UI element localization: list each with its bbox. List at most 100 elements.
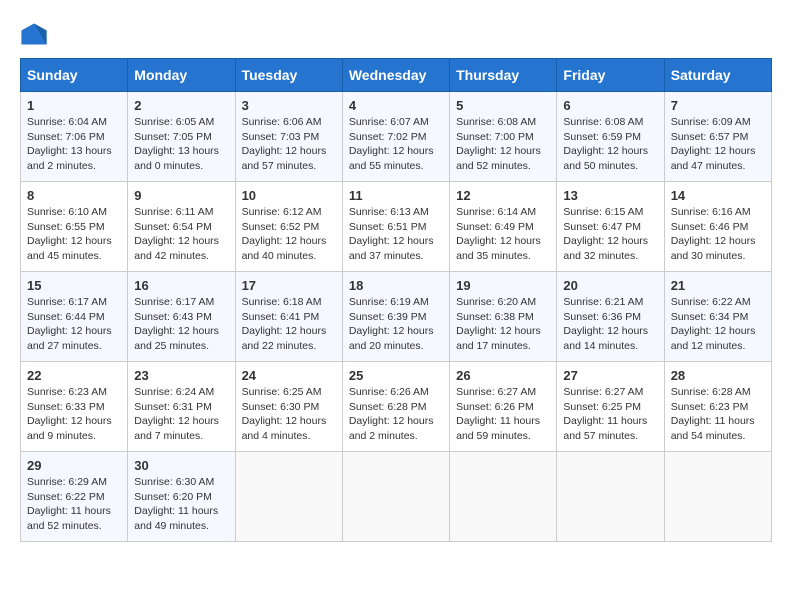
day-number: 4	[349, 98, 443, 113]
day-info: Sunrise: 6:13 AM Sunset: 6:51 PM Dayligh…	[349, 205, 443, 264]
calendar-cell: 11 Sunrise: 6:13 AM Sunset: 6:51 PM Dayl…	[342, 182, 449, 272]
day-info: Sunrise: 6:06 AM Sunset: 7:03 PM Dayligh…	[242, 115, 336, 174]
day-info: Sunrise: 6:27 AM Sunset: 6:26 PM Dayligh…	[456, 385, 550, 444]
day-header-wednesday: Wednesday	[342, 59, 449, 92]
day-info: Sunrise: 6:10 AM Sunset: 6:55 PM Dayligh…	[27, 205, 121, 264]
day-number: 22	[27, 368, 121, 383]
logo-icon	[20, 20, 48, 48]
calendar-week-1: 1 Sunrise: 6:04 AM Sunset: 7:06 PM Dayli…	[21, 92, 772, 182]
calendar-week-2: 8 Sunrise: 6:10 AM Sunset: 6:55 PM Dayli…	[21, 182, 772, 272]
day-number: 6	[563, 98, 657, 113]
calendar-cell: 10 Sunrise: 6:12 AM Sunset: 6:52 PM Dayl…	[235, 182, 342, 272]
day-number: 1	[27, 98, 121, 113]
day-number: 23	[134, 368, 228, 383]
calendar-table: SundayMondayTuesdayWednesdayThursdayFrid…	[20, 58, 772, 542]
calendar-cell: 17 Sunrise: 6:18 AM Sunset: 6:41 PM Dayl…	[235, 272, 342, 362]
day-info: Sunrise: 6:19 AM Sunset: 6:39 PM Dayligh…	[349, 295, 443, 354]
day-number: 28	[671, 368, 765, 383]
calendar-week-4: 22 Sunrise: 6:23 AM Sunset: 6:33 PM Dayl…	[21, 362, 772, 452]
calendar-cell: 21 Sunrise: 6:22 AM Sunset: 6:34 PM Dayl…	[664, 272, 771, 362]
day-number: 13	[563, 188, 657, 203]
calendar-cell: 18 Sunrise: 6:19 AM Sunset: 6:39 PM Dayl…	[342, 272, 449, 362]
day-info: Sunrise: 6:04 AM Sunset: 7:06 PM Dayligh…	[27, 115, 121, 174]
day-info: Sunrise: 6:11 AM Sunset: 6:54 PM Dayligh…	[134, 205, 228, 264]
calendar-cell: 22 Sunrise: 6:23 AM Sunset: 6:33 PM Dayl…	[21, 362, 128, 452]
day-number: 27	[563, 368, 657, 383]
calendar-cell: 14 Sunrise: 6:16 AM Sunset: 6:46 PM Dayl…	[664, 182, 771, 272]
day-info: Sunrise: 6:09 AM Sunset: 6:57 PM Dayligh…	[671, 115, 765, 174]
calendar-week-3: 15 Sunrise: 6:17 AM Sunset: 6:44 PM Dayl…	[21, 272, 772, 362]
calendar-header-row: SundayMondayTuesdayWednesdayThursdayFrid…	[21, 59, 772, 92]
calendar-cell: 16 Sunrise: 6:17 AM Sunset: 6:43 PM Dayl…	[128, 272, 235, 362]
day-number: 24	[242, 368, 336, 383]
calendar-cell: 2 Sunrise: 6:05 AM Sunset: 7:05 PM Dayli…	[128, 92, 235, 182]
day-info: Sunrise: 6:30 AM Sunset: 6:20 PM Dayligh…	[134, 475, 228, 534]
day-info: Sunrise: 6:18 AM Sunset: 6:41 PM Dayligh…	[242, 295, 336, 354]
calendar-cell	[235, 452, 342, 542]
day-number: 15	[27, 278, 121, 293]
calendar-cell: 25 Sunrise: 6:26 AM Sunset: 6:28 PM Dayl…	[342, 362, 449, 452]
day-number: 2	[134, 98, 228, 113]
day-info: Sunrise: 6:17 AM Sunset: 6:43 PM Dayligh…	[134, 295, 228, 354]
day-info: Sunrise: 6:20 AM Sunset: 6:38 PM Dayligh…	[456, 295, 550, 354]
calendar-cell: 29 Sunrise: 6:29 AM Sunset: 6:22 PM Dayl…	[21, 452, 128, 542]
calendar-cell	[557, 452, 664, 542]
logo	[20, 20, 52, 48]
day-number: 5	[456, 98, 550, 113]
calendar-cell: 20 Sunrise: 6:21 AM Sunset: 6:36 PM Dayl…	[557, 272, 664, 362]
day-info: Sunrise: 6:23 AM Sunset: 6:33 PM Dayligh…	[27, 385, 121, 444]
day-number: 25	[349, 368, 443, 383]
day-number: 3	[242, 98, 336, 113]
day-info: Sunrise: 6:17 AM Sunset: 6:44 PM Dayligh…	[27, 295, 121, 354]
day-info: Sunrise: 6:26 AM Sunset: 6:28 PM Dayligh…	[349, 385, 443, 444]
day-number: 10	[242, 188, 336, 203]
day-number: 11	[349, 188, 443, 203]
day-number: 8	[27, 188, 121, 203]
calendar-cell: 1 Sunrise: 6:04 AM Sunset: 7:06 PM Dayli…	[21, 92, 128, 182]
day-info: Sunrise: 6:24 AM Sunset: 6:31 PM Dayligh…	[134, 385, 228, 444]
day-number: 21	[671, 278, 765, 293]
day-header-friday: Friday	[557, 59, 664, 92]
calendar-cell: 3 Sunrise: 6:06 AM Sunset: 7:03 PM Dayli…	[235, 92, 342, 182]
page-header	[20, 20, 772, 48]
day-info: Sunrise: 6:05 AM Sunset: 7:05 PM Dayligh…	[134, 115, 228, 174]
day-number: 7	[671, 98, 765, 113]
day-info: Sunrise: 6:07 AM Sunset: 7:02 PM Dayligh…	[349, 115, 443, 174]
day-info: Sunrise: 6:14 AM Sunset: 6:49 PM Dayligh…	[456, 205, 550, 264]
calendar-cell: 26 Sunrise: 6:27 AM Sunset: 6:26 PM Dayl…	[450, 362, 557, 452]
day-header-saturday: Saturday	[664, 59, 771, 92]
day-number: 9	[134, 188, 228, 203]
calendar-cell: 9 Sunrise: 6:11 AM Sunset: 6:54 PM Dayli…	[128, 182, 235, 272]
day-number: 26	[456, 368, 550, 383]
day-number: 30	[134, 458, 228, 473]
calendar-cell: 12 Sunrise: 6:14 AM Sunset: 6:49 PM Dayl…	[450, 182, 557, 272]
day-info: Sunrise: 6:22 AM Sunset: 6:34 PM Dayligh…	[671, 295, 765, 354]
day-info: Sunrise: 6:25 AM Sunset: 6:30 PM Dayligh…	[242, 385, 336, 444]
day-info: Sunrise: 6:21 AM Sunset: 6:36 PM Dayligh…	[563, 295, 657, 354]
day-header-tuesday: Tuesday	[235, 59, 342, 92]
calendar-cell: 8 Sunrise: 6:10 AM Sunset: 6:55 PM Dayli…	[21, 182, 128, 272]
day-info: Sunrise: 6:12 AM Sunset: 6:52 PM Dayligh…	[242, 205, 336, 264]
calendar-cell	[450, 452, 557, 542]
day-info: Sunrise: 6:16 AM Sunset: 6:46 PM Dayligh…	[671, 205, 765, 264]
day-info: Sunrise: 6:27 AM Sunset: 6:25 PM Dayligh…	[563, 385, 657, 444]
calendar-cell: 7 Sunrise: 6:09 AM Sunset: 6:57 PM Dayli…	[664, 92, 771, 182]
calendar-cell: 15 Sunrise: 6:17 AM Sunset: 6:44 PM Dayl…	[21, 272, 128, 362]
calendar-cell: 5 Sunrise: 6:08 AM Sunset: 7:00 PM Dayli…	[450, 92, 557, 182]
day-info: Sunrise: 6:08 AM Sunset: 7:00 PM Dayligh…	[456, 115, 550, 174]
day-info: Sunrise: 6:15 AM Sunset: 6:47 PM Dayligh…	[563, 205, 657, 264]
calendar-cell: 13 Sunrise: 6:15 AM Sunset: 6:47 PM Dayl…	[557, 182, 664, 272]
day-number: 16	[134, 278, 228, 293]
calendar-cell: 6 Sunrise: 6:08 AM Sunset: 6:59 PM Dayli…	[557, 92, 664, 182]
calendar-cell: 27 Sunrise: 6:27 AM Sunset: 6:25 PM Dayl…	[557, 362, 664, 452]
calendar-cell: 23 Sunrise: 6:24 AM Sunset: 6:31 PM Dayl…	[128, 362, 235, 452]
day-number: 19	[456, 278, 550, 293]
day-header-sunday: Sunday	[21, 59, 128, 92]
day-header-thursday: Thursday	[450, 59, 557, 92]
day-number: 29	[27, 458, 121, 473]
day-number: 12	[456, 188, 550, 203]
calendar-week-5: 29 Sunrise: 6:29 AM Sunset: 6:22 PM Dayl…	[21, 452, 772, 542]
day-info: Sunrise: 6:08 AM Sunset: 6:59 PM Dayligh…	[563, 115, 657, 174]
calendar-cell: 19 Sunrise: 6:20 AM Sunset: 6:38 PM Dayl…	[450, 272, 557, 362]
day-number: 18	[349, 278, 443, 293]
